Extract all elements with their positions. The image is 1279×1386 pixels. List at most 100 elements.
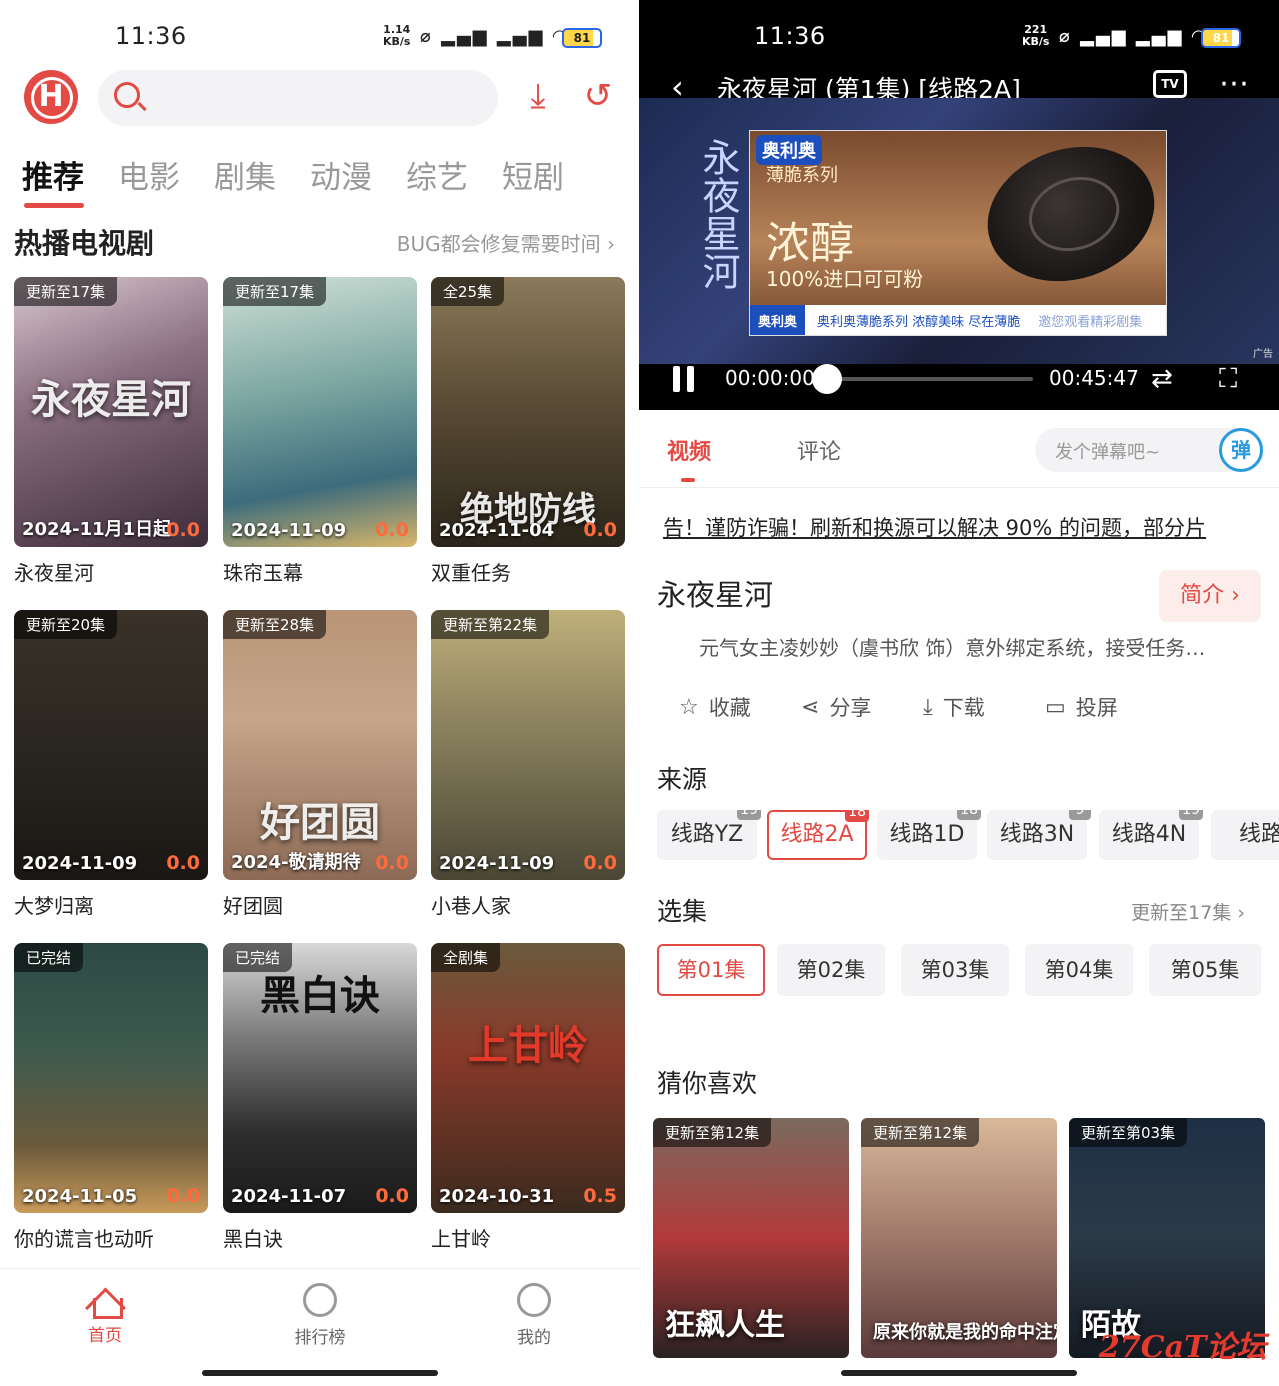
episode-item[interactable]: 第04集	[1025, 944, 1133, 996]
screenshot-root: 11:36 1.14 KB/s ⌀ ▂▄▆ ▂▄▆ ◠ 81 H ⤓ ↺ 推荐 电…	[0, 0, 1279, 1386]
release-date: 2024-11-05	[22, 1186, 138, 1207]
status-time: 11:36	[115, 22, 187, 50]
favorite-button[interactable]: ☆ 收藏	[679, 692, 801, 722]
home-indicator[interactable]	[202, 1370, 438, 1376]
source-item[interactable]: 线路1D 18	[877, 810, 981, 860]
tab-series[interactable]: 剧集	[214, 152, 276, 200]
ad-banner[interactable]: 奥利奥 薄脆系列 浓醇 100%进口可可粉 奥利奥 奥利奥薄脆系列 浓醇美味 尽…	[749, 130, 1167, 336]
status-badge: 更新至28集	[223, 610, 327, 639]
more-icon[interactable]: ⋯	[1219, 66, 1251, 101]
intro-button[interactable]: 简介 ›	[1159, 570, 1261, 622]
poster-image: 已完结 2024-11-05 0.0	[14, 943, 208, 1213]
drama-card[interactable]: 更新至20集 2024-11-09 0.0 大梦归离	[14, 610, 208, 919]
source-item[interactable]: 线路4N 19	[1099, 810, 1203, 860]
nav-home[interactable]: 首页	[55, 1283, 155, 1346]
home-indicator[interactable]	[841, 1370, 1077, 1376]
drama-card[interactable]: 更新至17集 2024-11-09 0.0 珠帘玉幕	[223, 277, 417, 586]
drama-card[interactable]: 全剧集 上甘岭 2024-10-31 0.5 上甘岭	[431, 943, 625, 1252]
release-date: 2024-11-09	[22, 853, 138, 874]
source-item[interactable]: 线路2A 18	[767, 810, 869, 860]
ad-headline: 浓醇	[766, 218, 854, 269]
user-icon	[517, 1283, 551, 1317]
poster-image: 更新至17集 2024-11-09 0.0	[223, 277, 417, 547]
status-badge: 更新至第22集	[431, 610, 550, 639]
nav-ranking[interactable]: 排行榜	[270, 1283, 370, 1348]
drama-card[interactable]: 全25集 绝地防线 2024-11-04 0.0 双重任务	[431, 277, 625, 586]
count-badge: 19	[1179, 810, 1203, 820]
score: 0.0	[166, 1185, 200, 1207]
tab-short-drama[interactable]: 短剧	[502, 152, 564, 200]
score: 0.0	[375, 852, 409, 874]
rotate-icon[interactable]: ⇄	[1151, 364, 1173, 394]
episode-item[interactable]: 第02集	[777, 944, 885, 996]
download-icon[interactable]: ⤓	[518, 76, 558, 116]
danmu-toggle-button[interactable]: 弹	[1219, 428, 1263, 472]
episode-item[interactable]: 第05集	[1149, 944, 1261, 996]
player-controls: 00:00:00 00:45:47 ⇄ ⛶	[639, 364, 1279, 410]
download-button[interactable]: ⤓ 下载	[923, 692, 1045, 722]
source-item[interactable]: 线路YZ 19	[657, 810, 761, 860]
tab-video[interactable]: 视频	[667, 434, 711, 482]
drama-card[interactable]: 更新至第22集 2024-11-09 0.0 小巷人家	[431, 610, 625, 919]
poster-image: 更新至28集 好团圆 2024-敬请期待 0.0	[223, 610, 417, 880]
drama-card[interactable]: 已完结 2024-11-05 0.0 你的谎言也动听	[14, 943, 208, 1252]
source-item[interactable]: 线路	[1211, 810, 1279, 860]
tab-comments[interactable]: 评论	[797, 434, 841, 466]
pause-icon[interactable]	[671, 366, 697, 394]
share-icon: ⋖	[801, 694, 820, 720]
history-icon[interactable]: ↺	[578, 76, 618, 116]
score: 0.5	[583, 1185, 617, 1207]
episodes-more-link[interactable]: 更新至17集 ›	[1131, 898, 1245, 925]
card-title: 你的谎言也动听	[14, 1227, 154, 1251]
detail-tabs: 视频 评论 发个弹幕吧~ 弹	[639, 410, 1279, 488]
drama-card[interactable]: 更新至17集 永夜星河 2024-11月1日起 0.0 永夜星河	[14, 277, 208, 586]
status-badge: 已完结	[14, 943, 84, 972]
recommend-card[interactable]: 更新至第12集 原来你就是我的命中注定	[861, 1118, 1057, 1358]
recommend-card[interactable]: 更新至第12集 狂飙人生	[653, 1118, 849, 1358]
progress-track[interactable]	[827, 377, 1033, 381]
cookie-image	[970, 131, 1166, 303]
poster-title-art: 原来你就是我的命中注定	[873, 1322, 1057, 1343]
danmu-input[interactable]: 发个弹幕吧~ 弹	[1035, 428, 1265, 472]
count-badge: 19	[737, 810, 761, 820]
card-title: 永夜星河	[14, 561, 94, 585]
progress-knob[interactable]	[812, 364, 842, 394]
app-logo[interactable]: H	[24, 70, 78, 124]
battery-icon: 81	[1201, 28, 1241, 48]
video-frame[interactable]: 永夜星河 奥利奥 薄脆系列 浓醇 100%进口可可粉 奥利奥 奥利奥薄脆系列 浓…	[639, 98, 1279, 364]
video-player[interactable]: 11:36 221 KB/s ⌀ ▂▄▆ ▂▄▆ ◠ 81 ‹ 永夜星河 (第1集…	[639, 0, 1279, 410]
search-input[interactable]	[98, 70, 498, 126]
cast-tv-icon[interactable]: TV	[1153, 70, 1187, 98]
episode-item[interactable]: 第03集	[901, 944, 1009, 996]
source-item[interactable]: 线路3N 9	[987, 810, 1091, 860]
episodes-label: 选集	[657, 897, 708, 926]
recommend-label: 猜你喜欢	[657, 1069, 758, 1098]
section-more-link[interactable]: BUG都会修复需要时间 ›	[397, 228, 615, 257]
drama-title: 永夜星河	[657, 578, 774, 612]
status-badge: 更新至17集	[223, 277, 327, 306]
home-icon	[88, 1285, 123, 1319]
tab-recommend[interactable]: 推荐	[22, 152, 84, 208]
fullscreen-icon[interactable]: ⛶	[1219, 364, 1237, 395]
release-date: 2024-敬请期待	[231, 852, 361, 873]
score: 0.0	[166, 852, 200, 874]
cast-button[interactable]: ▭ 投屏	[1045, 692, 1167, 722]
poster-title-art: 好团圆	[260, 799, 380, 846]
share-button[interactable]: ⋖ 分享	[801, 692, 923, 722]
tab-movie[interactable]: 电影	[118, 152, 180, 200]
nav-profile[interactable]: 我的	[484, 1283, 584, 1348]
tab-anime[interactable]: 动漫	[310, 152, 372, 200]
status-badge: 更新至20集	[14, 610, 118, 639]
download-icon: ⤓	[923, 694, 933, 720]
notice-marquee: 告！谨防诈骗！刷新和换源可以解决 90% 的问题，部分片	[663, 516, 1207, 540]
drama-card[interactable]: 更新至28集 好团圆 2024-敬请期待 0.0 好团圆	[223, 610, 417, 919]
poster-image: 更新至17集 永夜星河 2024-11月1日起 0.0	[14, 277, 208, 547]
drama-card[interactable]: 已完结 黑白诀 2024-11-07 0.0 黑白诀	[223, 943, 417, 1252]
episode-item[interactable]: 第01集	[657, 944, 765, 996]
tab-variety[interactable]: 综艺	[406, 152, 468, 200]
status-badge: 更新至第12集	[861, 1118, 980, 1147]
card-title: 珠帘玉幕	[223, 561, 303, 585]
card-title: 上甘岭	[431, 1227, 491, 1251]
poster-title-art: 狂飙人生	[665, 1308, 785, 1343]
release-date: 2024-11-09	[231, 520, 347, 541]
